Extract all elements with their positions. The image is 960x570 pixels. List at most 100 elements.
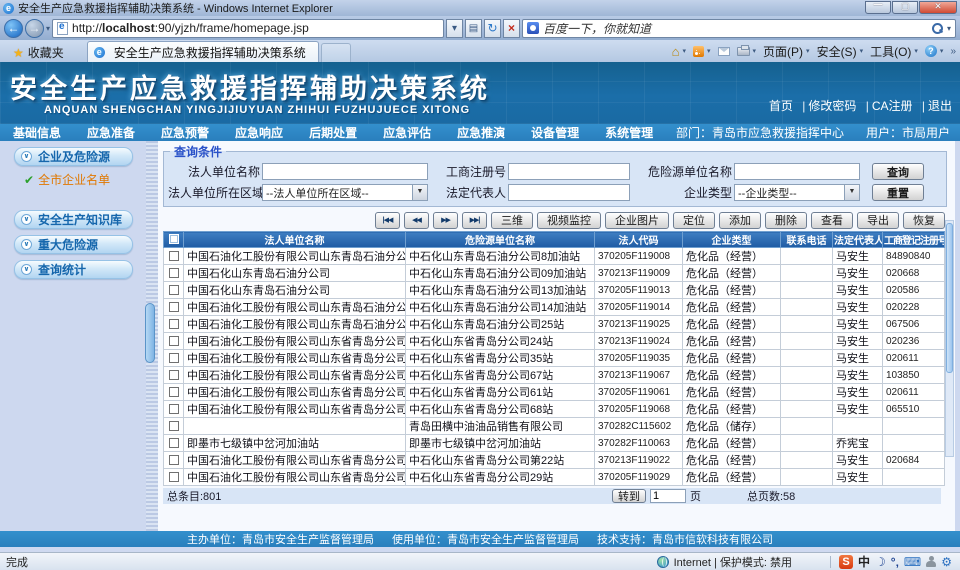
print-button[interactable]: ▾: [737, 47, 757, 56]
read-mail-button[interactable]: [718, 47, 730, 56]
row-checkbox[interactable]: [169, 268, 179, 278]
toolbar-button-1[interactable]: 视频监控: [537, 212, 601, 229]
toolbar-button-7[interactable]: 导出: [857, 212, 899, 229]
fullwidth-icon[interactable]: ☽: [875, 555, 886, 569]
search-icon[interactable]: [931, 22, 943, 34]
help-menu[interactable]: ?▾: [925, 45, 944, 57]
header-link-1[interactable]: 修改密码: [808, 99, 856, 113]
row-checkbox[interactable]: [169, 353, 179, 363]
search-dropdown-icon[interactable]: ▾: [947, 24, 951, 33]
nav-item-8[interactable]: 系统管理: [592, 124, 666, 141]
scrollbar-thumb[interactable]: [946, 223, 953, 373]
compatibility-view-button[interactable]: ▤: [465, 19, 482, 38]
toolbar-button-6[interactable]: 查看: [811, 212, 853, 229]
toolbar-button-5[interactable]: 删除: [765, 212, 807, 229]
punctuation-icon[interactable]: °‚: [891, 555, 899, 569]
table-row[interactable]: 中国石油化工股份有限公司山东省青岛分公司中石化山东省青岛分公司第22站37021…: [164, 452, 945, 469]
active-tab[interactable]: e 安全生产应急救援指挥辅助决策系统: [87, 41, 319, 62]
last-page-button[interactable]: ▶▶|: [462, 212, 487, 229]
row-checkbox[interactable]: [169, 404, 179, 414]
header-link-3[interactable]: 退出: [928, 99, 952, 113]
sidebar-group-1[interactable]: ∨安全生产知识库: [14, 210, 133, 229]
table-row[interactable]: 中国石油化工股份有限公司山东省青岛分公司中石化山东省青岛分公司67站370213…: [164, 367, 945, 384]
table-row[interactable]: 中国石化山东青岛石油分公司中石化山东青岛石油分公司13加油站370205F119…: [164, 282, 945, 299]
table-row[interactable]: 中国石油化工股份有限公司山东省青岛分公司中石化山东省青岛分公司61站370205…: [164, 384, 945, 401]
page-number-input[interactable]: [650, 489, 686, 503]
table-scrollbar[interactable]: [945, 220, 954, 457]
history-dropdown-icon[interactable]: ▾: [46, 24, 50, 33]
user-icon[interactable]: [926, 556, 936, 568]
safety-menu[interactable]: 安全(S)▾: [817, 43, 864, 60]
next-page-button[interactable]: ▶▶: [433, 212, 458, 229]
home-button[interactable]: ⌂▾: [672, 44, 686, 59]
table-row[interactable]: 中国石化山东青岛石油分公司中石化山东青岛石油分公司09加油站370213F119…: [164, 265, 945, 282]
sidebar-group-2[interactable]: ∨重大危险源: [14, 235, 133, 254]
toolbar-button-2[interactable]: 企业图片: [605, 212, 669, 229]
goto-page-button[interactable]: 转到: [612, 489, 646, 503]
select-all-checkbox[interactable]: [169, 234, 179, 244]
row-checkbox[interactable]: [169, 336, 179, 346]
nav-item-3[interactable]: 应急响应: [222, 124, 296, 141]
row-checkbox[interactable]: [169, 472, 179, 482]
sidebar-item-0-0[interactable]: ✔全市企业名单: [24, 171, 146, 188]
input-1-1[interactable]: [508, 184, 630, 201]
maximize-button[interactable]: ▢: [892, 1, 918, 14]
input-0-1[interactable]: [508, 163, 630, 180]
toolbar-button-8[interactable]: 恢复: [903, 212, 945, 229]
sidebar-scrollbar[interactable]: [145, 303, 155, 363]
table-row[interactable]: 青岛田横中油油品销售有限公司370282C115602危化品（储存）: [164, 418, 945, 435]
first-page-button[interactable]: |◀◀: [375, 212, 400, 229]
tools-menu[interactable]: 工具(O)▾: [870, 43, 918, 60]
favorites-button[interactable]: ★ 收藏夹: [4, 43, 73, 62]
nav-item-6[interactable]: 应急推演: [444, 124, 518, 141]
toolbar-button-3[interactable]: 定位: [673, 212, 715, 229]
dropdown-arrow-icon[interactable]: ▼: [412, 185, 427, 200]
nav-item-2[interactable]: 应急预警: [148, 124, 222, 141]
sidebar-group-3[interactable]: ∨查询统计: [14, 260, 133, 279]
sidebar-group-0[interactable]: ∨企业及危险源: [14, 147, 133, 166]
input-0-0[interactable]: [262, 163, 428, 180]
select-1-0[interactable]: --法人单位所在区域--▼: [262, 184, 428, 201]
row-checkbox[interactable]: [169, 285, 179, 295]
table-row[interactable]: 中国石油化工股份有限公司山东省青岛分公司中石化山东省青岛分公司35站370205…: [164, 350, 945, 367]
select-1-2[interactable]: --企业类型--▼: [734, 184, 860, 201]
table-row[interactable]: 中国石油化工股份有限公司山东青岛石油分公司中石化山东青岛石油分公司25站3702…: [164, 316, 945, 333]
back-button[interactable]: ←: [4, 19, 23, 38]
table-row[interactable]: 中国石油化工股份有限公司山东青岛石油分公司中石化山东青岛石油分公司14加油站37…: [164, 299, 945, 316]
soft-keyboard-icon[interactable]: ⌨: [904, 555, 921, 569]
row-checkbox[interactable]: [169, 455, 179, 465]
table-row[interactable]: 中国石油化工股份有限公司山东省青岛分公司中石化山东省青岛分公司24站370213…: [164, 333, 945, 350]
row-checkbox[interactable]: [169, 387, 179, 397]
header-link-0[interactable]: 首页: [769, 99, 793, 113]
row-checkbox[interactable]: [169, 319, 179, 329]
new-tab-button[interactable]: [321, 43, 351, 62]
feeds-button[interactable]: ▾: [693, 46, 711, 57]
sogou-icon[interactable]: S: [839, 555, 853, 569]
row-checkbox[interactable]: [169, 421, 179, 431]
overflow-chevron-icon[interactable]: »: [950, 46, 956, 57]
stop-button[interactable]: ×: [503, 19, 520, 38]
dropdown-arrow-icon[interactable]: ▼: [844, 185, 859, 200]
address-field[interactable]: http://localhost:90/yjzh/frame/homepage.…: [52, 19, 444, 38]
nav-item-1[interactable]: 应急准备: [74, 124, 148, 141]
close-button[interactable]: ✕: [919, 1, 957, 14]
table-row[interactable]: 中国石油化工股份有限公司山东省青岛分公司中石化山东省青岛分公司29站370205…: [164, 469, 945, 486]
toolbar-button-4[interactable]: 添加: [719, 212, 761, 229]
row-checkbox[interactable]: [169, 370, 179, 380]
search-button[interactable]: 查询: [872, 163, 924, 180]
nav-item-4[interactable]: 后期处置: [296, 124, 370, 141]
input-0-2[interactable]: [734, 163, 860, 180]
header-link-2[interactable]: CA注册: [872, 99, 913, 113]
row-checkbox[interactable]: [169, 251, 179, 261]
search-box[interactable]: 百度一下，你就知道 ▾: [522, 19, 956, 38]
nav-item-0[interactable]: 基础信息: [0, 124, 74, 141]
chinese-mode-icon[interactable]: 中: [858, 555, 870, 569]
prev-page-button[interactable]: ◀◀: [404, 212, 429, 229]
table-row[interactable]: 即墨市七级镇中岔河加油站即墨市七级镇中岔河加油站370282F110063危化品…: [164, 435, 945, 452]
address-dropdown-button[interactable]: ▾: [446, 19, 463, 38]
row-checkbox[interactable]: [169, 438, 179, 448]
forward-button[interactable]: →: [25, 19, 44, 38]
row-checkbox[interactable]: [169, 302, 179, 312]
table-row[interactable]: 中国石油化工股份有限公司山东省青岛分公司中石化山东省青岛分公司68站370205…: [164, 401, 945, 418]
toolbar-button-0[interactable]: 三维: [491, 212, 533, 229]
